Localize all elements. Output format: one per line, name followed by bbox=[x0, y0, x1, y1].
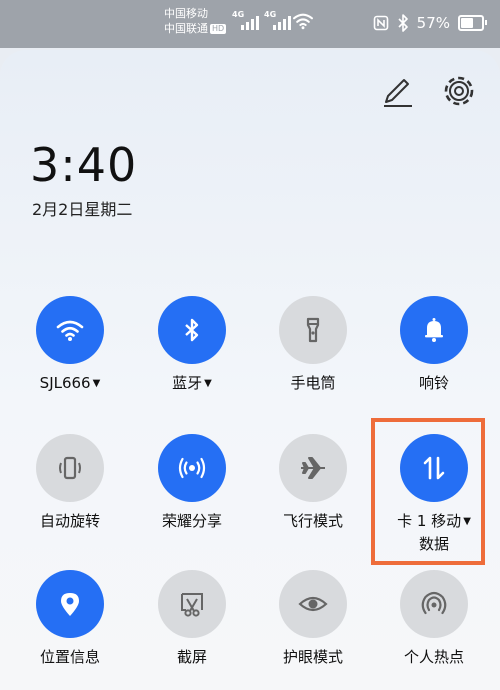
honor-share-toggle[interactable] bbox=[158, 434, 226, 502]
ring-toggle[interactable] bbox=[400, 296, 468, 364]
share-icon bbox=[178, 457, 206, 479]
hotspot-label: 个人热点 bbox=[403, 648, 464, 666]
date-label: 2月2日星期二 bbox=[32, 200, 133, 219]
bluetooth-icon bbox=[185, 318, 199, 342]
tile-wifi[interactable]: SJL666 ▼ bbox=[15, 296, 125, 395]
location-toggle[interactable] bbox=[36, 570, 104, 638]
status-bar: 中国移动 中国联通 HD 4G 4G 57% bbox=[0, 0, 500, 48]
flashlight-toggle[interactable] bbox=[279, 296, 347, 364]
bluetooth-label: 蓝牙 bbox=[172, 374, 203, 392]
eye-icon bbox=[298, 596, 328, 612]
nfc-icon bbox=[373, 15, 388, 31]
tile-auto-rotate[interactable]: 自动旋转 bbox=[15, 434, 125, 532]
location-icon bbox=[61, 593, 79, 616]
eye-comfort-label: 护眼模式 bbox=[282, 648, 343, 666]
location-label: 位置信息 bbox=[39, 648, 100, 666]
wifi-icon bbox=[56, 320, 84, 341]
highlight-box bbox=[371, 418, 485, 565]
flashlight-label: 手电筒 bbox=[290, 374, 336, 392]
tile-screenshot[interactable]: 截屏 bbox=[137, 570, 247, 668]
wifi-status-icon bbox=[293, 13, 313, 30]
flashlight-icon bbox=[306, 317, 320, 343]
airplane-mode-label: 飞行模式 bbox=[282, 512, 343, 530]
bluetooth-status-icon bbox=[398, 14, 408, 32]
hotspot-icon bbox=[421, 591, 447, 615]
tile-flashlight[interactable]: 手电筒 bbox=[258, 296, 368, 394]
hotspot-toggle[interactable] bbox=[400, 570, 468, 638]
clock-time: 3:40 bbox=[30, 138, 138, 192]
carrier-info: 中国移动 中国联通 HD bbox=[164, 6, 227, 36]
tile-hotspot[interactable]: 个人热点 bbox=[379, 570, 489, 668]
wifi-dropdown-icon[interactable]: ▼ bbox=[93, 378, 101, 389]
auto-rotate-toggle[interactable] bbox=[36, 434, 104, 502]
signal-1-icon: 4G bbox=[232, 10, 262, 32]
status-right: 57% bbox=[373, 12, 487, 34]
battery-icon bbox=[458, 15, 487, 31]
wifi-label: SJL666 bbox=[39, 374, 91, 392]
carrier-2-label: 中国联通 bbox=[164, 22, 208, 35]
hd-badge: HD bbox=[210, 24, 227, 34]
airplane-mode-toggle[interactable] bbox=[279, 434, 347, 502]
screenshot-toggle[interactable] bbox=[158, 570, 226, 638]
tile-location[interactable]: 位置信息 bbox=[15, 570, 125, 668]
signal-2-icon: 4G bbox=[264, 10, 294, 32]
wifi-toggle[interactable] bbox=[36, 296, 104, 364]
tile-bluetooth[interactable]: 蓝牙 ▼ bbox=[137, 296, 247, 395]
honor-share-label: 荣耀分享 bbox=[161, 512, 222, 530]
auto-rotate-label: 自动旋转 bbox=[39, 512, 100, 530]
edit-icon[interactable] bbox=[378, 72, 416, 110]
tile-honor-share[interactable]: 荣耀分享 bbox=[137, 434, 247, 532]
tile-ring[interactable]: 响铃 bbox=[379, 296, 489, 394]
gear-icon[interactable] bbox=[440, 72, 478, 110]
bluetooth-dropdown-icon[interactable]: ▼ bbox=[204, 378, 212, 389]
screenshot-icon bbox=[181, 593, 203, 617]
ring-label: 响铃 bbox=[418, 374, 449, 392]
carrier-1-label: 中国移动 bbox=[164, 7, 208, 20]
rotate-icon bbox=[59, 456, 81, 480]
bluetooth-toggle[interactable] bbox=[158, 296, 226, 364]
eye-comfort-toggle[interactable] bbox=[279, 570, 347, 638]
tile-eye-comfort[interactable]: 护眼模式 bbox=[258, 570, 368, 668]
tile-airplane-mode[interactable]: 飞行模式 bbox=[258, 434, 368, 532]
battery-percent: 57% bbox=[416, 14, 450, 32]
screenshot-label: 截屏 bbox=[176, 648, 207, 666]
bell-icon bbox=[425, 318, 443, 342]
airplane-icon bbox=[301, 457, 325, 479]
